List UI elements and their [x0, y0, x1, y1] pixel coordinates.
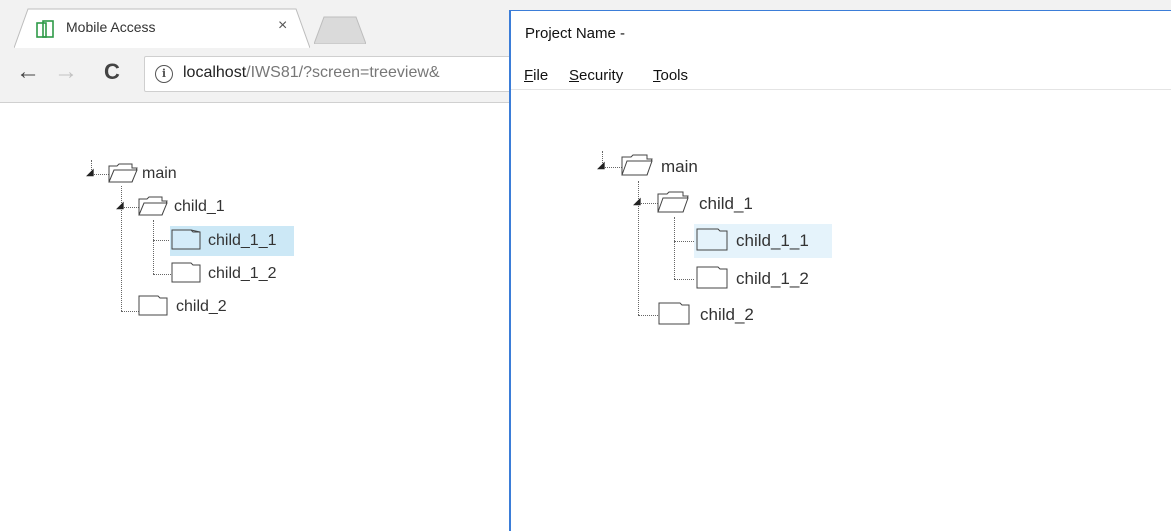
folder-icon	[696, 228, 728, 251]
tree-node-label: main	[142, 165, 177, 182]
menu-label: ile	[533, 67, 549, 84]
menu-label: ools	[660, 67, 689, 84]
menu-tools[interactable]: Tools	[653, 67, 688, 84]
expand-arrow-icon[interactable]: ◢	[597, 160, 605, 171]
menu-file[interactable]: File	[524, 67, 548, 84]
url-path: /IWS81/?screen=treeview&	[246, 64, 440, 81]
forward-button[interactable]: →	[54, 60, 78, 84]
menu-mnemonic: F	[524, 67, 534, 84]
browser-tab[interactable]: Mobile Access ×	[14, 8, 310, 48]
folder-icon	[171, 229, 201, 250]
close-tab-icon[interactable]: ×	[278, 17, 287, 35]
folder-icon	[138, 295, 168, 316]
expand-arrow-icon[interactable]: ◢	[633, 196, 641, 207]
url-text[interactable]: localhost/IWS81/?screen=treeview&	[183, 64, 440, 82]
tree-node-label: child_1_1	[208, 232, 277, 249]
new-tab-button[interactable]	[314, 16, 366, 44]
folder-icon	[696, 266, 728, 289]
app-window: Project Name - File Security Tools ◢ ◢ m…	[509, 10, 1171, 531]
tree-node-label: main	[661, 157, 698, 176]
menu-label: ecurity	[579, 67, 624, 84]
tree-node-label: child_2	[176, 298, 227, 315]
tree-node-label: child_1_2	[736, 269, 809, 288]
mobile-access-icon	[36, 20, 54, 38]
expand-arrow-icon[interactable]: ◢	[86, 167, 94, 178]
app-title: Project Name -	[525, 25, 626, 42]
menu-security[interactable]: Security	[569, 67, 623, 84]
expand-arrow-icon[interactable]: ◢	[116, 200, 124, 211]
tree-node-label: child_1	[699, 194, 753, 213]
tree-node-label: child_1_2	[208, 265, 277, 282]
tab-shape	[14, 8, 310, 48]
tab-title: Mobile Access	[66, 19, 156, 35]
tree-node-label: child_2	[700, 305, 754, 324]
folder-open-icon	[621, 154, 653, 176]
tree-node-label: child_1	[174, 198, 225, 215]
folder-icon	[171, 262, 201, 283]
folder-open-icon	[138, 196, 168, 216]
url-host: localhost	[183, 64, 247, 81]
menu-mnemonic: T	[653, 67, 661, 84]
menu-mnemonic: S	[569, 67, 580, 84]
folder-open-icon	[108, 163, 138, 183]
back-button[interactable]: ←	[16, 60, 40, 84]
tree-node-label: child_1_1	[736, 231, 809, 250]
info-icon[interactable]: i	[155, 65, 173, 83]
folder-icon	[658, 302, 690, 325]
menu-bar: File Security Tools	[511, 63, 1171, 90]
folder-open-icon	[657, 191, 689, 213]
reload-button[interactable]: C	[104, 60, 120, 84]
